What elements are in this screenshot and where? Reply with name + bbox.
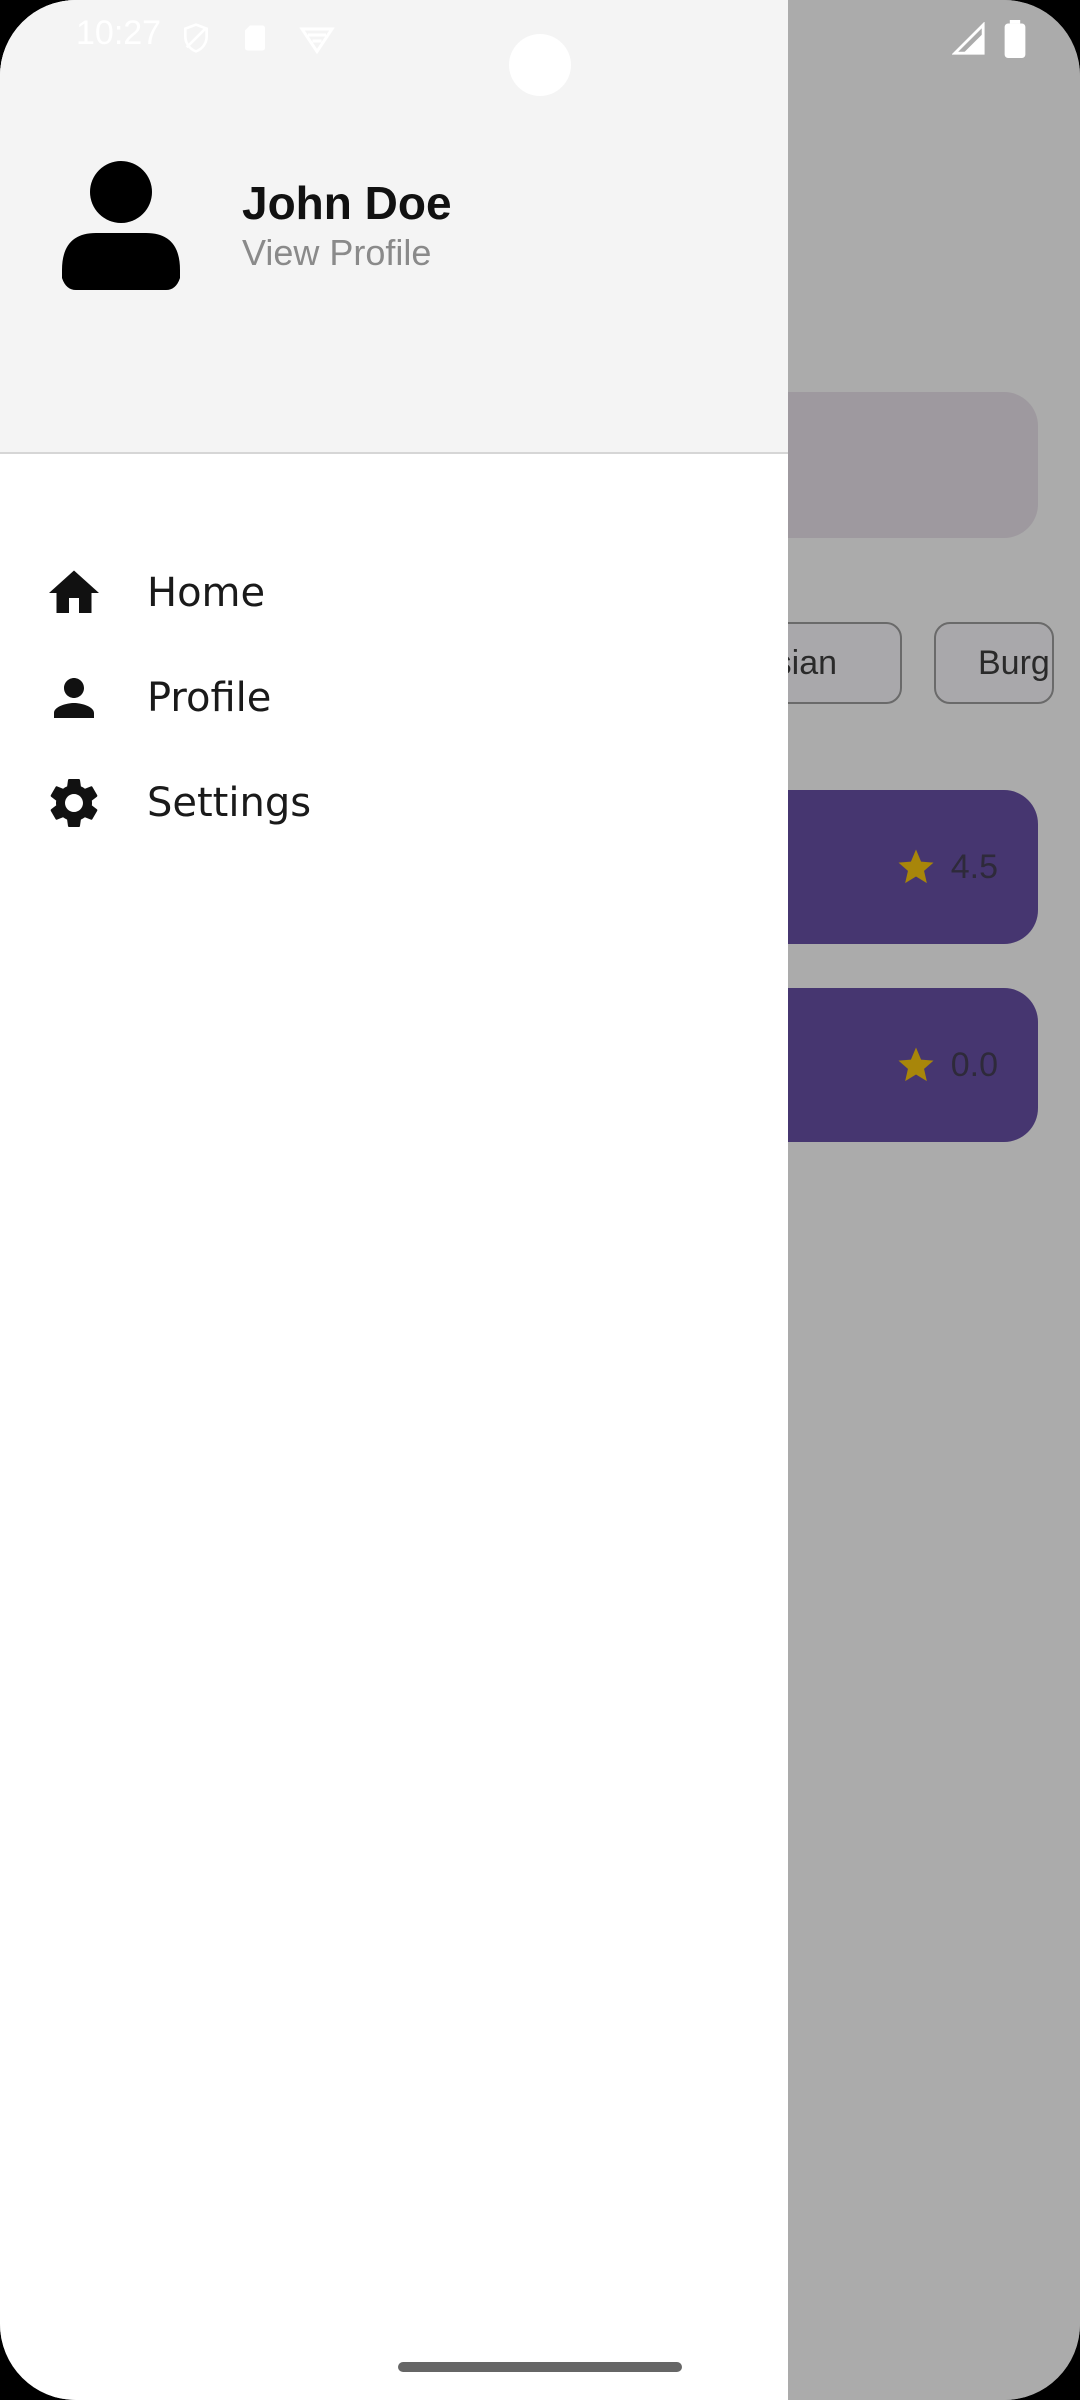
rating-value: 0.0 <box>950 1045 998 1084</box>
view-profile-link[interactable]: View Profile <box>242 232 431 274</box>
avatar-person-icon <box>62 161 180 290</box>
star-icon <box>898 849 934 884</box>
phone-screen: Asian Burg 4.5 0.0 John Doe View Profile… <box>0 0 1080 2400</box>
drawer-item-label: Profile <box>147 674 272 721</box>
vpn-icon <box>299 27 335 55</box>
drawer-menu: Home Profile Settings <box>0 540 788 855</box>
shield-icon <box>184 23 208 53</box>
home-icon <box>49 570 99 613</box>
gear-icon <box>50 778 98 827</box>
signal-icon <box>952 22 985 55</box>
drawer-item-settings[interactable]: Settings <box>0 750 788 855</box>
camera-cutout <box>509 34 571 96</box>
person-icon <box>54 677 94 718</box>
status-time: 10:27 <box>76 14 162 52</box>
battery-icon <box>1004 20 1026 58</box>
chip-label: Burg <box>978 644 1050 682</box>
user-name: John Doe <box>242 177 452 229</box>
drawer-item-profile[interactable]: Profile <box>0 645 788 750</box>
status-icons-left <box>180 20 336 56</box>
status-icons-right <box>952 20 1026 58</box>
sd-card-icon <box>245 25 265 51</box>
rating: 0.0 <box>895 1044 998 1086</box>
navigation-drawer: John Doe View Profile Home Profile Setti… <box>0 0 788 2400</box>
rating: 4.5 <box>895 846 998 888</box>
category-chip-burg: Burg <box>934 622 1054 704</box>
drawer-item-home[interactable]: Home <box>0 540 788 645</box>
star-icon <box>898 1047 934 1082</box>
drawer-item-label: Settings <box>147 779 312 826</box>
drawer-item-label: Home <box>147 569 266 616</box>
home-indicator[interactable] <box>398 2362 682 2372</box>
rating-value: 4.5 <box>950 847 998 886</box>
